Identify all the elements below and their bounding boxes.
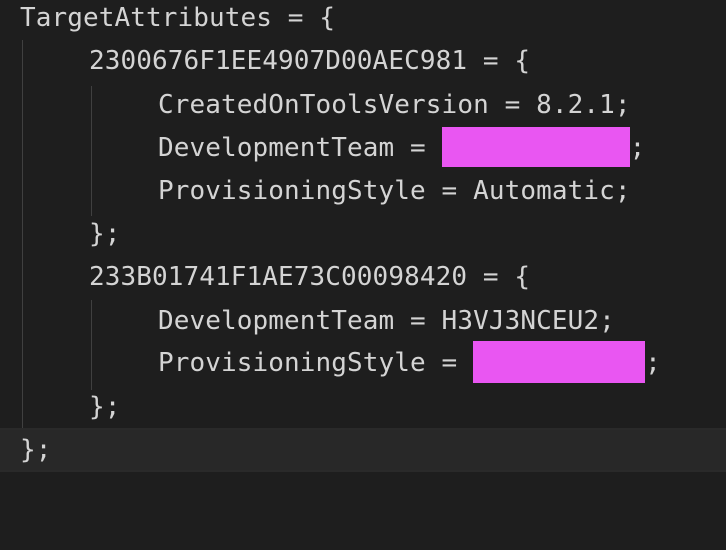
code-line: DevelopmentTeam = H3VJ3NCEU2; [0, 300, 726, 343]
code-line: }; [0, 386, 726, 429]
code-text: ; [629, 133, 646, 163]
code-line: TargetAttributes = { [0, 0, 726, 40]
code-text: ProvisioningStyle = Automatic; [158, 176, 631, 206]
code-text: CreatedOnToolsVersion = 8.2.1; [158, 90, 631, 120]
code-line: ProvisioningStyle = Automatic; [0, 170, 726, 213]
code-line: DevelopmentTeam = ; [0, 126, 726, 170]
current-line: }; [0, 428, 726, 472]
code-text-group: ProvisioningStyle = ; [158, 340, 661, 385]
code-line: CreatedOnToolsVersion = 8.2.1; [0, 84, 726, 127]
code-text: }; [89, 219, 121, 249]
code-editor[interactable]: TargetAttributes = { 2300676F1EE4907D00A… [0, 0, 726, 480]
code-text: TargetAttributes = { [20, 3, 336, 33]
code-text: 233B01741F1AE73C00098420 = { [89, 262, 531, 292]
code-line: }; [0, 213, 726, 256]
code-line: 2300676F1EE4907D00AEC981 = { [0, 40, 726, 83]
redaction-box [441, 126, 630, 167]
code-line: 233B01741F1AE73C00098420 = { [0, 256, 726, 299]
code-text: ; [645, 348, 661, 378]
code-text-group: DevelopmentTeam = ; [158, 126, 646, 170]
code-line: ProvisioningStyle = ; [0, 340, 726, 385]
code-text: }; [89, 392, 121, 422]
code-text: 2300676F1EE4907D00AEC981 = { [89, 46, 531, 76]
code-text: DevelopmentTeam = [158, 133, 442, 163]
code-text: }; [20, 435, 52, 465]
code-text: ProvisioningStyle = [158, 348, 474, 378]
redaction-box [473, 340, 646, 383]
code-text: DevelopmentTeam = H3VJ3NCEU2; [158, 306, 615, 336]
